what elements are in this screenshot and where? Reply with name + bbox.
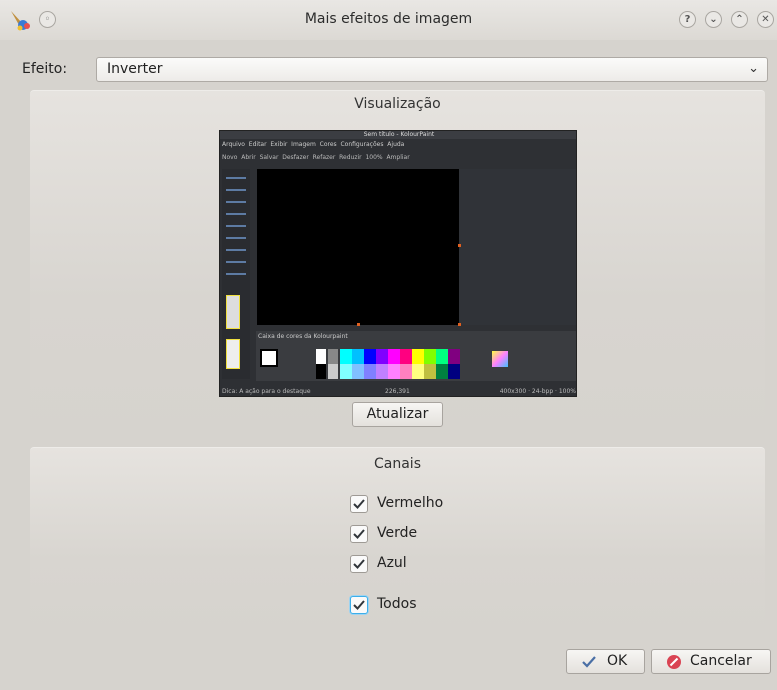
check-icon <box>353 600 365 610</box>
preview-statusbar: Dica: A ação para o destaque 226,391 400… <box>222 388 576 395</box>
check-icon <box>582 656 596 668</box>
check-icon <box>353 529 365 539</box>
window-title: Mais efeitos de imagem <box>304 11 473 27</box>
checkbox-blue-label: Azul <box>377 555 407 571</box>
update-button[interactable]: Atualizar <box>352 402 443 427</box>
close-button[interactable]: ✕ <box>757 11 774 28</box>
preview-toolbar-item: Desfazer <box>282 154 309 161</box>
preview-toolbar-item: Reduzir <box>339 154 362 161</box>
preview-title: Sem título - KolourPaint <box>363 131 435 138</box>
preview-canvas <box>257 169 459 325</box>
checkbox-red-box[interactable] <box>350 495 368 513</box>
chevron-down-icon: ⌄ <box>748 61 759 76</box>
preview-menu-item: Imagem <box>291 141 316 148</box>
preview-palette <box>340 349 460 379</box>
ok-button[interactable]: OK <box>566 649 645 674</box>
preview-menubar: Arquivo Editar Exibir Imagem Cores Confi… <box>222 141 404 149</box>
help-button[interactable]: ? <box>679 11 696 28</box>
minimize-button[interactable]: ⌄ <box>705 11 722 28</box>
preview-toolbar: Novo Abrir Salvar Desfazer Refazer Reduz… <box>222 153 410 163</box>
effect-label: Efeito: <box>22 61 68 77</box>
preview-menu-item: Arquivo <box>222 141 245 148</box>
preview-menu-item: Ajuda <box>387 141 405 148</box>
title-bar: ◦ Mais efeitos de imagem ? ⌄ ⌃ ✕ <box>0 0 777 40</box>
checkbox-red-label: Vermelho <box>377 495 444 511</box>
effect-select-value: Inverter <box>107 61 163 77</box>
checkbox-green-label: Verde <box>377 525 418 541</box>
checkbox-blue-box[interactable] <box>350 555 368 573</box>
preview-toolbar-item: 100% <box>365 154 383 161</box>
preview-toolbar-item: Salvar <box>259 154 279 161</box>
effect-select[interactable]: Inverter ⌄ <box>96 57 768 82</box>
ok-button-label: OK <box>607 653 628 669</box>
checkbox-all-box[interactable] <box>350 596 368 614</box>
preview-menu-item: Editar <box>248 141 267 148</box>
preview-toolbar-item: Ampliar <box>386 154 410 161</box>
cancel-icon <box>667 655 681 669</box>
preview-toolbar-item: Abrir <box>241 154 256 161</box>
checkbox-all-label: Todos <box>377 596 417 612</box>
preview-menu-item: Cores <box>319 141 337 148</box>
preview-image: Sem título - KolourPaint Arquivo Editar … <box>219 130 577 397</box>
check-icon <box>353 499 365 509</box>
preview-group-title: Visualização <box>354 96 441 112</box>
maximize-button[interactable]: ⌃ <box>731 11 748 28</box>
cancel-button[interactable]: Cancelar <box>651 649 771 674</box>
preview-menu-item: Configurações <box>340 141 384 148</box>
preview-tool-sidebar <box>222 169 250 379</box>
preview-titlebar: Sem título - KolourPaint <box>220 131 576 139</box>
check-icon <box>353 559 365 569</box>
cancel-button-label: Cancelar <box>690 653 752 669</box>
preview-toolbar-item: Refazer <box>312 154 336 161</box>
preview-colors-box: Caixa de cores da Kolourpaint <box>256 331 576 381</box>
checkbox-green-box[interactable] <box>350 525 368 543</box>
preview-menu-item: Exibir <box>270 141 288 148</box>
preview-toolbar-item: Novo <box>222 154 238 161</box>
channels-group-title: Canais <box>374 456 421 472</box>
